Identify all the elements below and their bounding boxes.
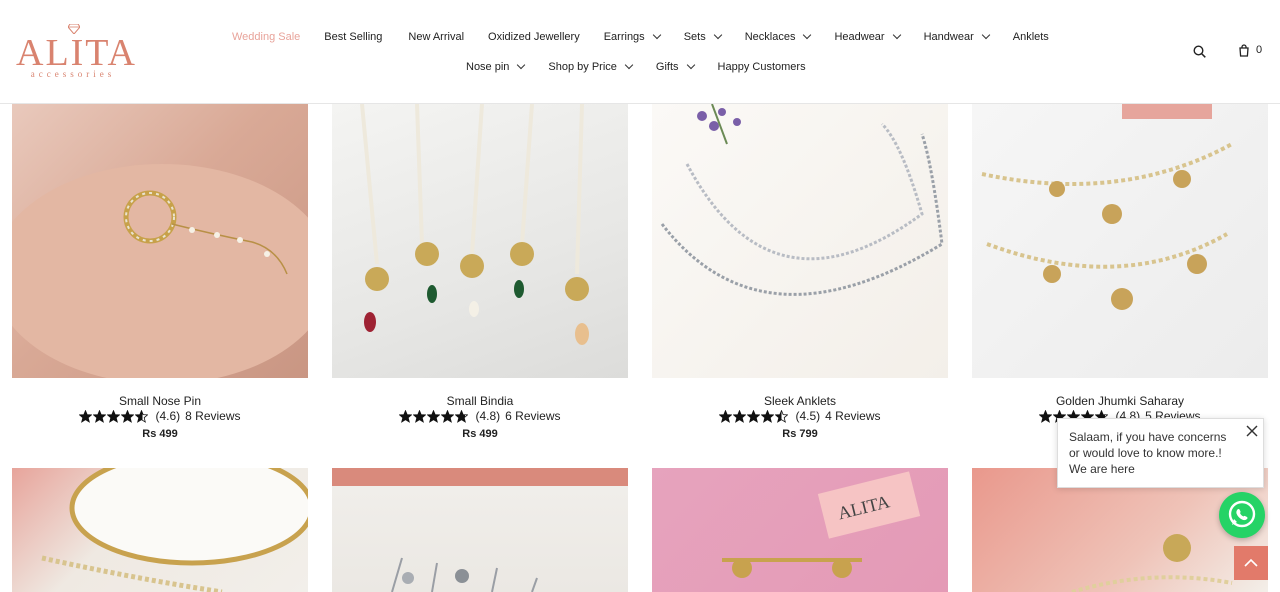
nav-happy-customers[interactable]: Happy Customers xyxy=(718,59,806,75)
star-icon xyxy=(775,409,789,423)
star-icon xyxy=(413,409,427,423)
product-image[interactable]: ALITA xyxy=(652,468,948,592)
nav-necklaces[interactable]: Necklaces xyxy=(745,29,812,45)
product-image[interactable] xyxy=(12,468,308,592)
rating-value: (4.5) xyxy=(795,409,821,423)
back-to-top-button[interactable] xyxy=(1234,546,1268,580)
nav-gifts[interactable]: Gifts xyxy=(656,59,695,75)
product-image[interactable] xyxy=(972,104,1268,378)
brand-tagline: accessories xyxy=(30,69,116,79)
chevron-down-icon xyxy=(981,30,990,40)
product-image[interactable] xyxy=(332,468,628,592)
product-image[interactable] xyxy=(12,104,308,378)
nav-new-arrival[interactable]: New Arrival xyxy=(408,29,464,45)
star-icon xyxy=(733,409,747,423)
review-count[interactable]: 4 Reviews xyxy=(825,409,880,423)
rating-value: (4.8) xyxy=(475,409,501,423)
star-rating xyxy=(719,409,789,423)
rating-value: (4.6) xyxy=(155,409,181,423)
star-icon xyxy=(441,409,455,423)
close-icon[interactable] xyxy=(1246,425,1258,437)
nav-earrings[interactable]: Earrings xyxy=(604,29,661,45)
star-icon xyxy=(107,409,121,423)
product-title[interactable]: Small Nose Pin xyxy=(12,394,308,408)
chevron-down-icon xyxy=(686,60,695,70)
chevron-down-icon xyxy=(892,30,901,40)
kada-illustration xyxy=(41,468,308,592)
nav-wedding-sale[interactable]: Wedding Sale xyxy=(232,29,300,45)
star-icon xyxy=(761,409,775,423)
anklets-illustration xyxy=(660,104,944,296)
review-count[interactable]: 8 Reviews xyxy=(185,409,240,423)
star-icon xyxy=(135,409,149,423)
jhumki-saharay-illustration xyxy=(981,104,1233,310)
star-rating xyxy=(399,409,469,423)
chevron-down-icon xyxy=(652,30,661,40)
brand-card-earrings-illustration: ALITA xyxy=(722,471,921,578)
star-icon xyxy=(427,409,441,423)
nav-best-selling[interactable]: Best Selling xyxy=(324,29,382,45)
chevron-down-icon xyxy=(517,60,526,70)
whatsapp-button[interactable] xyxy=(1219,492,1265,538)
brand-logo[interactable]: ALITA accessories xyxy=(16,24,137,80)
star-icon xyxy=(121,409,135,423)
search-icon[interactable] xyxy=(1193,45,1206,58)
chevron-up-icon xyxy=(1244,558,1258,567)
nav-headwear[interactable]: Headwear xyxy=(834,29,901,45)
star-icon xyxy=(455,409,469,423)
star-icon xyxy=(79,409,93,423)
site-header: ALITA accessories Wedding Sale Best Sell… xyxy=(0,0,1280,104)
nav-nose-pin[interactable]: Nose pin xyxy=(466,59,526,75)
star-icon xyxy=(1039,409,1053,423)
brand-name: ALITA xyxy=(16,32,137,74)
star-icon xyxy=(93,409,107,423)
chat-message: Salaam, if you have concerns or would lo… xyxy=(1069,430,1227,476)
product-price: Rs 499 xyxy=(462,428,498,440)
nose-pin-illustration xyxy=(12,164,308,378)
product-rating: (4.6) 8 Reviews xyxy=(12,409,308,423)
star-rating xyxy=(79,409,149,423)
nav-anklets[interactable]: Anklets xyxy=(1013,29,1049,45)
product-price: Rs 799 xyxy=(782,428,818,440)
nav-oxidized-jewellery[interactable]: Oxidized Jewellery xyxy=(488,29,580,45)
product-price: Rs 499 xyxy=(142,428,178,440)
product-rating: (4.5) 4 Reviews xyxy=(652,409,948,423)
star-icon xyxy=(747,409,761,423)
product-title[interactable]: Golden Jhumki Saharay xyxy=(972,394,1268,408)
nav-handwear[interactable]: Handwear xyxy=(924,29,990,45)
product-image[interactable] xyxy=(332,104,628,378)
product-title[interactable]: Sleek Anklets xyxy=(652,394,948,408)
chevron-down-icon xyxy=(624,60,634,70)
whatsapp-icon xyxy=(1228,500,1256,528)
star-icon xyxy=(719,409,733,423)
product-rating: (4.8) 6 Reviews xyxy=(332,409,628,423)
chat-popup: Salaam, if you have concerns or would lo… xyxy=(1057,418,1264,488)
cart-icon[interactable] xyxy=(1237,44,1251,58)
nav-shop-by-price[interactable]: Shop by Price xyxy=(548,59,634,75)
bindia-illustration xyxy=(360,104,589,345)
studs-illustration xyxy=(391,557,538,592)
chevron-down-icon xyxy=(803,30,812,40)
star-icon xyxy=(399,409,413,423)
chevron-down-icon xyxy=(713,30,722,40)
review-count[interactable]: 6 Reviews xyxy=(505,409,560,423)
nav-sets[interactable]: Sets xyxy=(684,29,722,45)
main-nav-row-1: Wedding Sale Best Selling New Arrival Ox… xyxy=(232,29,1049,45)
product-title[interactable]: Small Bindia xyxy=(332,394,628,408)
main-nav-row-2: Nose pin Shop by Price Gifts Happy Custo… xyxy=(466,59,806,75)
product-image[interactable] xyxy=(652,104,948,378)
cart-count: 0 xyxy=(1256,44,1263,56)
